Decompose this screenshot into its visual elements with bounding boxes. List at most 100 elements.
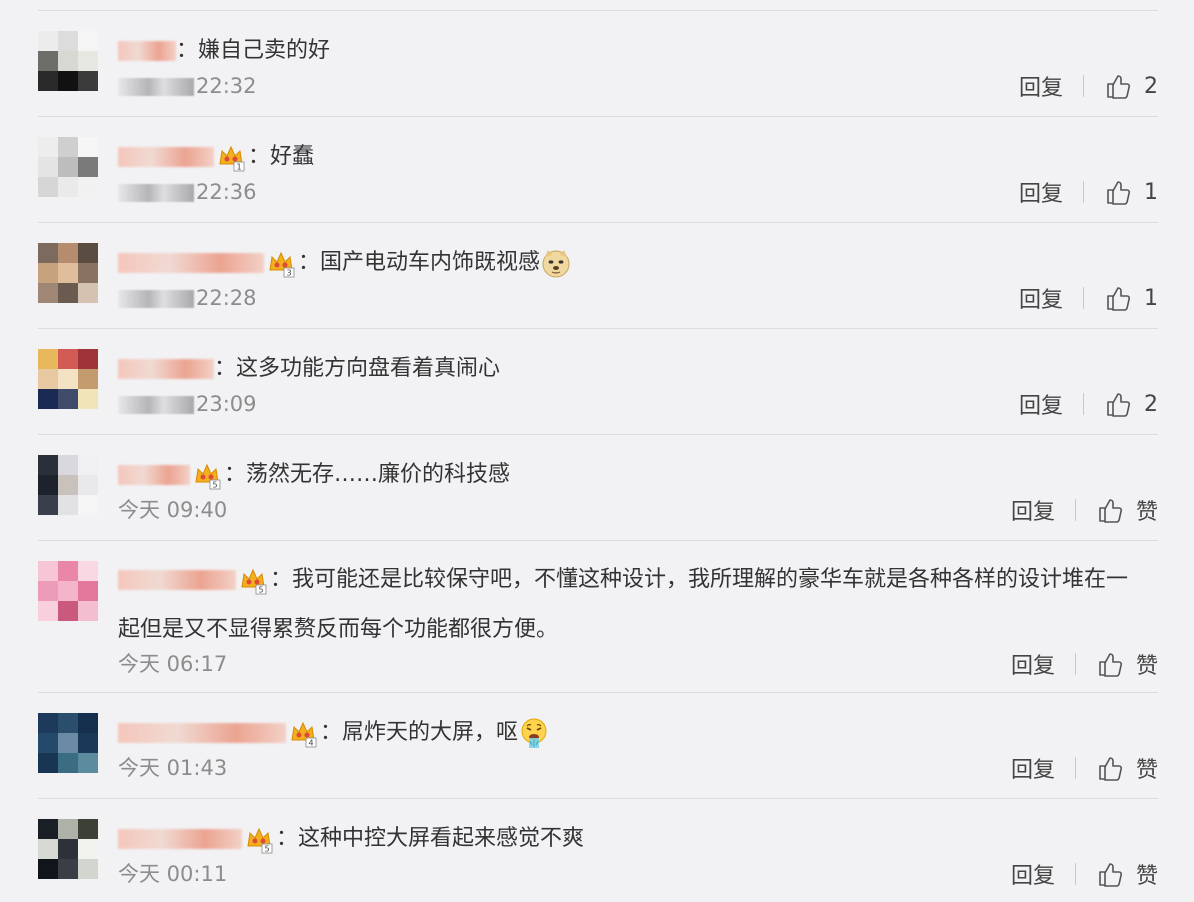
like-count[interactable]: 赞 bbox=[1136, 858, 1158, 890]
username[interactable] bbox=[118, 465, 190, 485]
comment-text: 这多功能方向盘看着真闹心 bbox=[236, 356, 501, 381]
avatar[interactable] bbox=[38, 561, 98, 621]
comment-text-line: ：嫌自己卖的好 bbox=[118, 25, 1148, 77]
avatar[interactable] bbox=[38, 349, 98, 409]
timestamp-text: 23:09 bbox=[196, 392, 257, 416]
avatar[interactable] bbox=[38, 243, 98, 303]
username[interactable] bbox=[118, 253, 264, 273]
crown-level: 5 bbox=[258, 586, 263, 595]
timestamp-text: 今天 00:11 bbox=[118, 862, 228, 886]
reply-button[interactable]: 回复 bbox=[1011, 648, 1055, 680]
thumbs-up-icon[interactable] bbox=[1104, 390, 1132, 418]
avatar[interactable] bbox=[38, 137, 98, 197]
comment-text-line: 5 ：荡然无存……廉价的科技感 bbox=[118, 449, 1148, 501]
colon: ： bbox=[248, 144, 271, 169]
crown-level: 5 bbox=[264, 845, 269, 854]
timestamp: 22:36 bbox=[118, 177, 257, 207]
comment-actions: 回复 1 bbox=[1019, 176, 1158, 208]
divider bbox=[1083, 75, 1084, 97]
comment-item: 3 ：国产电动车内饰既视感 22:28 回复 1 bbox=[38, 222, 1158, 328]
username[interactable] bbox=[118, 829, 242, 849]
thumbs-up-icon[interactable] bbox=[1096, 754, 1124, 782]
comment-item: 5 ：荡然无存……廉价的科技感 今天 09:40 回复 赞 bbox=[38, 434, 1158, 540]
like-count[interactable]: 赞 bbox=[1136, 752, 1158, 784]
comment-item: 4 ：屌炸天的大屏，呕 今天 01:43 回复 赞 bbox=[38, 692, 1158, 798]
timestamp: 今天 09:40 bbox=[118, 495, 227, 525]
colon: ： bbox=[298, 250, 321, 275]
divider bbox=[1074, 863, 1076, 885]
divider bbox=[1074, 757, 1076, 779]
crown-badge-icon: 4 bbox=[291, 721, 317, 748]
reply-button[interactable]: 回复 bbox=[1019, 70, 1063, 102]
vomit-emoji-icon bbox=[521, 718, 547, 748]
comment-text: 这种中控大屏看起来感觉不爽 bbox=[298, 826, 585, 851]
comment-item: 5 ：我可能还是比较保守吧，不懂这种设计，我所理解的豪华车就是各种各样的设计堆在一… bbox=[38, 540, 1158, 692]
like-count[interactable]: 2 bbox=[1144, 74, 1158, 99]
reply-button[interactable]: 回复 bbox=[1011, 494, 1055, 526]
username[interactable] bbox=[118, 147, 214, 167]
colon: ： bbox=[224, 462, 247, 487]
colon: ： bbox=[176, 38, 199, 63]
reply-button[interactable]: 回复 bbox=[1011, 752, 1055, 784]
reply-button[interactable]: 回复 bbox=[1019, 388, 1063, 420]
like-count[interactable]: 1 bbox=[1144, 286, 1158, 311]
crown-level: 1 bbox=[236, 163, 241, 172]
comment-text: 嫌自己卖的好 bbox=[198, 38, 331, 63]
divider bbox=[1074, 499, 1076, 521]
timestamp: 23:09 bbox=[118, 389, 257, 419]
username[interactable] bbox=[118, 723, 286, 743]
crown-badge-icon: 5 bbox=[241, 568, 267, 595]
timestamp-text: 今天 01:43 bbox=[118, 756, 228, 780]
timestamp-text: 今天 09:40 bbox=[118, 498, 228, 522]
timestamp: 今天 00:11 bbox=[118, 859, 227, 889]
reply-button[interactable]: 回复 bbox=[1019, 282, 1063, 314]
comment-text-line: 1 ：好蠢 bbox=[118, 131, 1148, 183]
timestamp: 22:32 bbox=[118, 71, 257, 101]
username[interactable] bbox=[118, 41, 176, 61]
thumbs-up-icon[interactable] bbox=[1104, 178, 1132, 206]
avatar[interactable] bbox=[38, 819, 98, 879]
comment-text-line: 4 ：屌炸天的大屏，呕 bbox=[118, 707, 1148, 759]
reply-button[interactable]: 回复 bbox=[1019, 176, 1063, 208]
timestamp: 今天 06:17 bbox=[118, 649, 227, 679]
comment-actions: 回复 赞 bbox=[1011, 649, 1158, 679]
comment-text-line: 5 ：我可能还是比较保守吧，不懂这种设计，我所理解的豪华车就是各种各样的设计堆在一… bbox=[118, 555, 1148, 655]
thumbs-up-icon[interactable] bbox=[1096, 650, 1124, 678]
like-count[interactable]: 赞 bbox=[1136, 648, 1158, 680]
avatar[interactable] bbox=[38, 455, 98, 515]
reply-button[interactable]: 回复 bbox=[1011, 858, 1055, 890]
username[interactable] bbox=[118, 359, 214, 379]
avatar[interactable] bbox=[38, 31, 98, 91]
comment-item: ：嫌自己卖的好 22:32 回复 2 bbox=[38, 10, 1158, 116]
thumbs-up-icon[interactable] bbox=[1096, 860, 1124, 888]
like-count[interactable]: 2 bbox=[1144, 392, 1158, 417]
divider bbox=[1083, 393, 1084, 415]
thumbs-up-icon[interactable] bbox=[1096, 496, 1124, 524]
comment-actions: 回复 2 bbox=[1019, 70, 1158, 102]
colon: ： bbox=[270, 567, 293, 592]
timestamp-text: 22:36 bbox=[196, 180, 257, 204]
comment-list: ：嫌自己卖的好 22:32 回复 2 1 ：好蠢 22:36 回复 1 3 ：国… bbox=[38, 10, 1158, 901]
comment-actions: 回复 赞 bbox=[1011, 495, 1158, 525]
crown-badge-icon: 1 bbox=[219, 145, 245, 172]
comment-text: 好蠢 bbox=[270, 144, 315, 169]
like-count[interactable]: 赞 bbox=[1136, 494, 1158, 526]
comment-text: 屌炸天的大屏，呕 bbox=[342, 720, 519, 745]
comment-item: 5 ：这种中控大屏看起来感觉不爽 今天 00:11 回复 赞 bbox=[38, 798, 1158, 901]
comment-text-line: 5 ：这种中控大屏看起来感觉不爽 bbox=[118, 813, 1148, 865]
timestamp: 22:28 bbox=[118, 283, 257, 313]
timestamp-text: 今天 06:17 bbox=[118, 652, 228, 676]
divider bbox=[1083, 287, 1084, 309]
thumbs-up-icon[interactable] bbox=[1104, 72, 1132, 100]
timestamp: 今天 01:43 bbox=[118, 753, 227, 783]
username[interactable] bbox=[118, 570, 236, 590]
colon: ： bbox=[214, 356, 237, 381]
comment-actions: 回复 赞 bbox=[1011, 753, 1158, 783]
avatar[interactable] bbox=[38, 713, 98, 773]
comment-item: 1 ：好蠢 22:36 回复 1 bbox=[38, 116, 1158, 222]
comment-text-line: ：这多功能方向盘看着真闹心 bbox=[118, 343, 1148, 395]
thumbs-up-icon[interactable] bbox=[1104, 284, 1132, 312]
crown-badge-icon: 3 bbox=[269, 251, 295, 278]
like-count[interactable]: 1 bbox=[1144, 180, 1158, 205]
timestamp-text: 22:28 bbox=[196, 286, 257, 310]
